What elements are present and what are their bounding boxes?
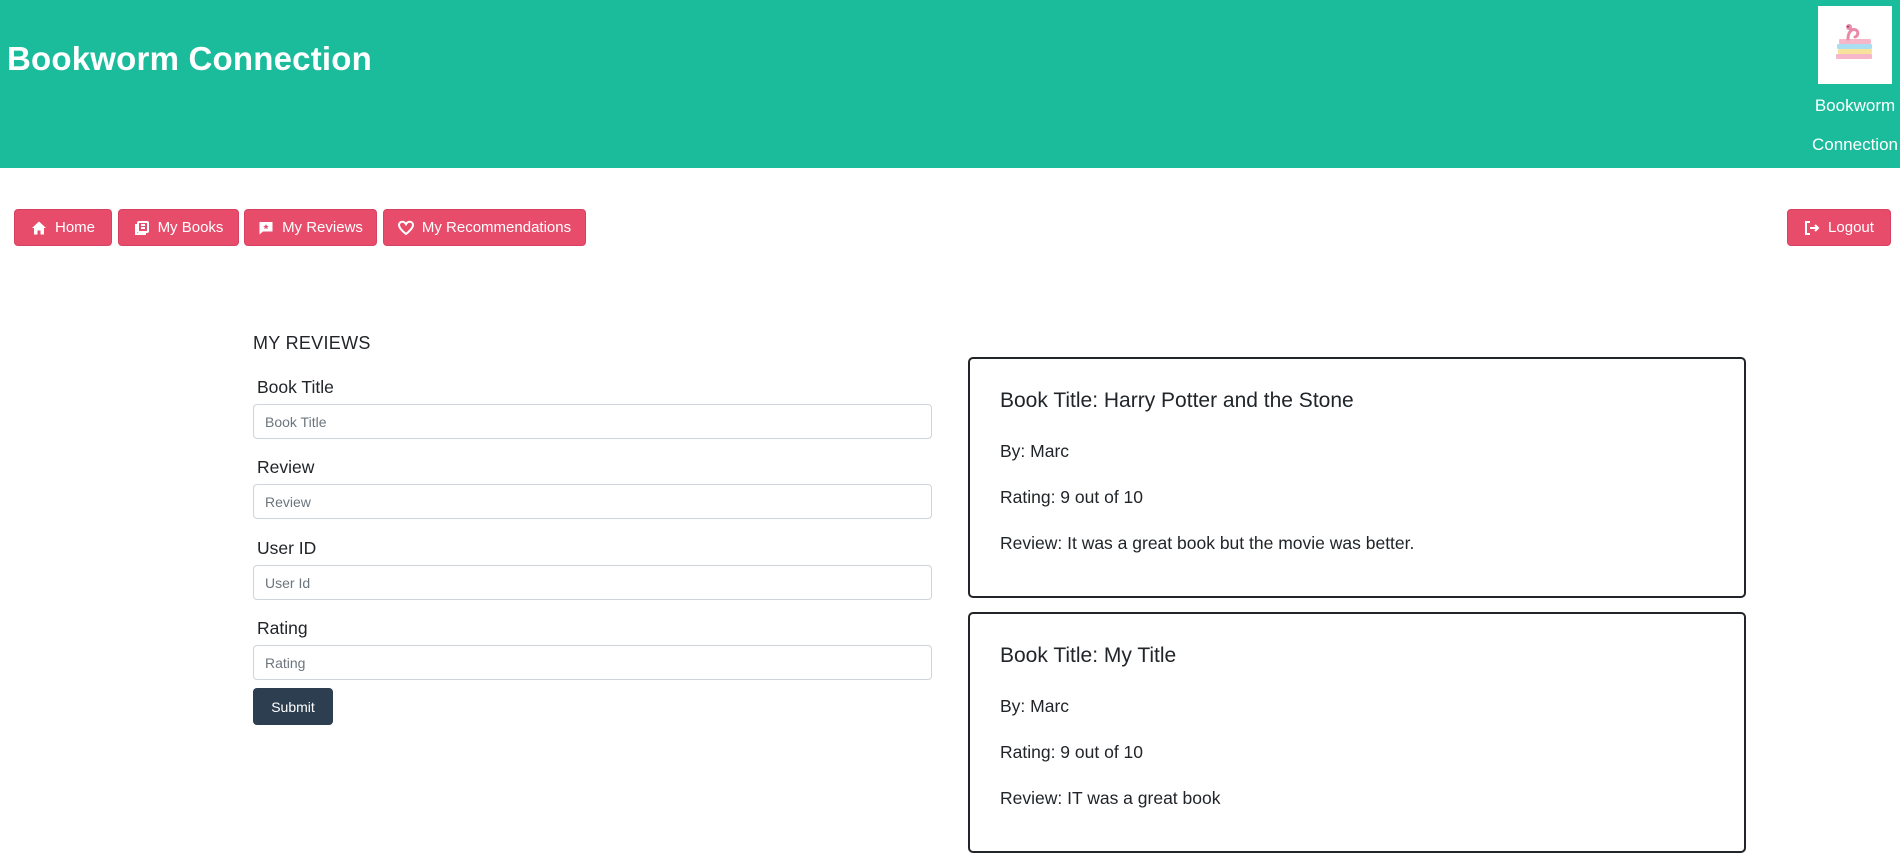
submit-button[interactable]: Submit [253,688,333,725]
my-recommendations-button[interactable]: My Recommendations [383,209,586,246]
review-card-author: By: Marc [1000,441,1070,461]
book-title-input[interactable] [253,404,932,439]
user-id-label: User ID [257,538,317,558]
book-title-label: Book Title [257,377,334,397]
rating-label: Rating [257,618,308,638]
review-card-text: Review: It was a great book but the movi… [1000,533,1415,553]
review-comment-icon [259,221,273,234]
my-reviews-button-label: My Reviews [282,219,363,236]
review-card: Book Title: Harry Potter and the Stone B… [968,357,1746,598]
logout-icon [1805,220,1820,235]
site-title: Bookworm Connection [7,40,372,77]
review-input[interactable] [253,484,932,519]
review-card-rating: Rating: 9 out of 10 [1000,742,1144,762]
user-id-input[interactable] [253,565,932,600]
my-books-button-label: My Books [157,219,224,236]
logo-label-line1: Bookworm [1814,96,1896,115]
home-icon [31,221,46,234]
review-card-rating: Rating: 9 out of 10 [1000,487,1144,507]
review-card-text: Review: IT was a great book [1000,788,1221,808]
my-recommendations-button-label: My Recommendations [421,219,572,236]
my-books-button[interactable]: My Books [118,209,239,246]
bookworm-logo-icon [1836,24,1872,59]
review-label: Review [257,457,315,477]
logo-image[interactable] [1818,6,1892,84]
review-card: Book Title: My Title By: Marc Rating: 9 … [968,612,1746,853]
home-button[interactable]: Home [14,209,112,246]
home-button-label: Home [54,219,95,236]
logout-button[interactable]: Logout [1787,209,1891,246]
my-reviews-button[interactable]: My Reviews [244,209,377,246]
books-icon [134,220,149,235]
logout-button-label: Logout [1828,219,1874,236]
review-card-title: Book Title: Harry Potter and the Stone [1000,389,1354,412]
section-title: MY REVIEWS [253,333,371,353]
rating-input[interactable] [253,645,932,680]
review-card-author: By: Marc [1000,696,1070,716]
logo-label: Bookworm Connection [1800,86,1900,164]
heart-icon [397,220,414,235]
site-header: Bookworm Connection Bookworm Connection [0,0,1900,168]
logo-label-line2: Connection [1811,135,1898,154]
review-card-title: Book Title: My Title [1000,644,1177,667]
